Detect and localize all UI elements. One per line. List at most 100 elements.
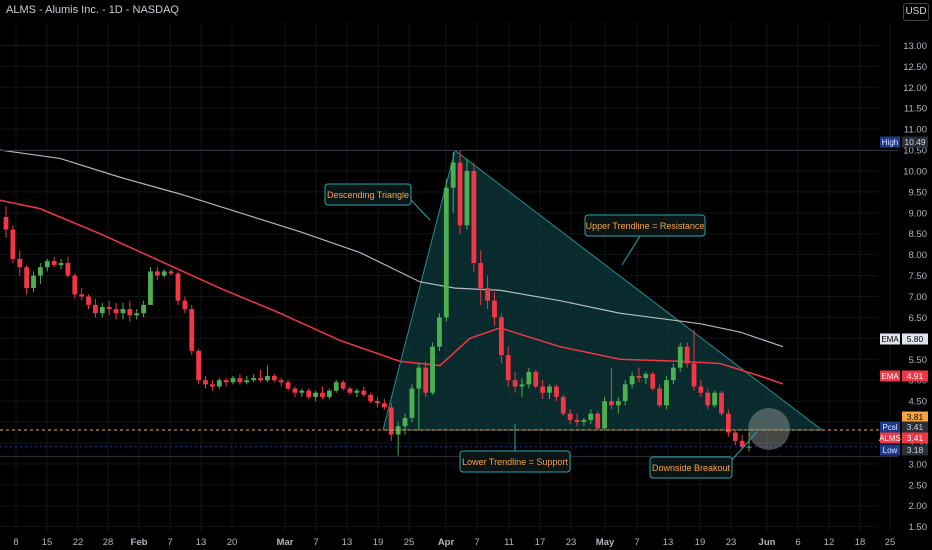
candle-body bbox=[622, 384, 628, 402]
candle-body bbox=[285, 382, 291, 389]
y-tick-label: 8.50 bbox=[909, 229, 928, 240]
candle-body bbox=[375, 401, 380, 404]
price-label-name: ALMS bbox=[879, 434, 901, 443]
candle-body bbox=[230, 378, 236, 383]
candle-body bbox=[719, 392, 724, 414]
candle-body bbox=[712, 392, 718, 406]
candle-body bbox=[691, 363, 697, 387]
x-tick-label: 7 bbox=[167, 537, 172, 548]
price-label-name: Low bbox=[883, 446, 898, 455]
x-tick-label: 17 bbox=[535, 537, 546, 548]
candle-body bbox=[210, 384, 215, 387]
candle-body bbox=[216, 380, 222, 387]
candle-body bbox=[609, 401, 614, 406]
candle-body bbox=[258, 378, 263, 381]
candle-body bbox=[698, 386, 704, 393]
candle-body bbox=[154, 271, 160, 276]
candle-body bbox=[203, 380, 208, 385]
candle-body bbox=[464, 170, 470, 226]
candle-body bbox=[677, 346, 683, 368]
x-tick-label: Feb bbox=[131, 537, 148, 548]
price-label-name: EMA bbox=[881, 372, 899, 381]
x-tick-label: 23 bbox=[566, 537, 577, 548]
candle-body bbox=[595, 413, 601, 429]
x-tick-label: May bbox=[596, 537, 615, 548]
x-tick-label: 28 bbox=[103, 537, 114, 548]
candle-body bbox=[306, 390, 312, 397]
y-tick-label: 8.00 bbox=[909, 250, 928, 261]
candle-body bbox=[141, 304, 146, 314]
price-label-value: 3.18 bbox=[907, 445, 924, 455]
candle-body bbox=[457, 162, 463, 226]
y-tick-label: 6.50 bbox=[909, 313, 928, 324]
y-tick-label: 4.50 bbox=[909, 397, 928, 408]
candle-body bbox=[657, 388, 662, 406]
y-tick-label: 3.00 bbox=[909, 459, 928, 470]
candle-body bbox=[106, 306, 112, 310]
price-label-value: 5.80 bbox=[907, 334, 924, 344]
y-tick-label: 13.00 bbox=[903, 41, 927, 52]
y-tick-label: 9.50 bbox=[909, 187, 928, 198]
candle-body bbox=[3, 216, 9, 230]
x-tick-label: 15 bbox=[42, 537, 53, 548]
candle-body bbox=[388, 407, 394, 435]
candle-body bbox=[636, 375, 642, 379]
y-tick-label: 1.50 bbox=[909, 522, 928, 533]
candle-body bbox=[416, 367, 422, 389]
y-tick-label: 5.50 bbox=[909, 355, 928, 366]
candle-body bbox=[10, 229, 16, 259]
candle-body bbox=[196, 350, 202, 381]
y-tick-label: 9.00 bbox=[909, 208, 928, 219]
candle-body bbox=[292, 388, 298, 393]
candle-body bbox=[560, 396, 566, 414]
candle-body bbox=[175, 273, 181, 301]
candle-body bbox=[168, 271, 174, 274]
candle-body bbox=[17, 258, 23, 268]
x-tick-label: 13 bbox=[342, 537, 353, 548]
candle-body bbox=[526, 371, 532, 385]
candle-body bbox=[120, 309, 126, 314]
candle-body bbox=[134, 313, 140, 316]
x-tick-label: 13 bbox=[663, 537, 674, 548]
candle-body bbox=[127, 309, 133, 316]
candle-body bbox=[340, 382, 346, 389]
currency-button[interactable]: USD bbox=[903, 3, 929, 21]
candle-body bbox=[72, 275, 78, 295]
callout-label: Downside Breakout bbox=[652, 463, 731, 473]
candle-body bbox=[51, 260, 57, 266]
chart-header-title: ALMS - Alumis Inc. - 1D - NASDAQ bbox=[6, 4, 179, 16]
candle-body bbox=[664, 380, 669, 406]
candle-body bbox=[540, 386, 546, 393]
candle-body bbox=[650, 373, 656, 389]
candle-body bbox=[31, 275, 36, 289]
price-label-name: EMA bbox=[881, 335, 899, 344]
candle-body bbox=[161, 271, 167, 276]
candle-body bbox=[492, 300, 497, 318]
price-label-value: 4.91 bbox=[907, 371, 924, 381]
candle-body bbox=[409, 388, 415, 418]
candle-body bbox=[732, 432, 738, 441]
candle-body bbox=[299, 390, 305, 393]
candle-body bbox=[320, 392, 325, 397]
candle-body bbox=[223, 380, 229, 383]
candle-body bbox=[237, 378, 243, 383]
y-tick-label: 12.00 bbox=[903, 83, 927, 94]
y-tick-label: 7.00 bbox=[909, 292, 928, 303]
breakout-circle bbox=[748, 408, 790, 450]
candle-body bbox=[567, 413, 573, 420]
candle-body bbox=[38, 267, 43, 276]
candle-body bbox=[450, 162, 456, 188]
price-chart[interactable]: Descending Triangle Upper Trendline = Res… bbox=[0, 0, 932, 550]
candle-body bbox=[79, 294, 85, 297]
candle-body bbox=[581, 419, 587, 423]
candle-body bbox=[86, 296, 91, 305]
candle-body bbox=[113, 309, 119, 314]
x-tick-label: 20 bbox=[227, 537, 238, 548]
x-tick-label: Jun bbox=[759, 537, 776, 548]
price-label-value: 10.49 bbox=[904, 137, 926, 147]
y-tick-label: 11.00 bbox=[904, 125, 927, 136]
candle-body bbox=[65, 263, 71, 276]
candle-body bbox=[443, 187, 449, 318]
price-label-value: 3.81 bbox=[907, 412, 924, 422]
callout-label: Upper Trendline = Resistance bbox=[586, 221, 705, 231]
